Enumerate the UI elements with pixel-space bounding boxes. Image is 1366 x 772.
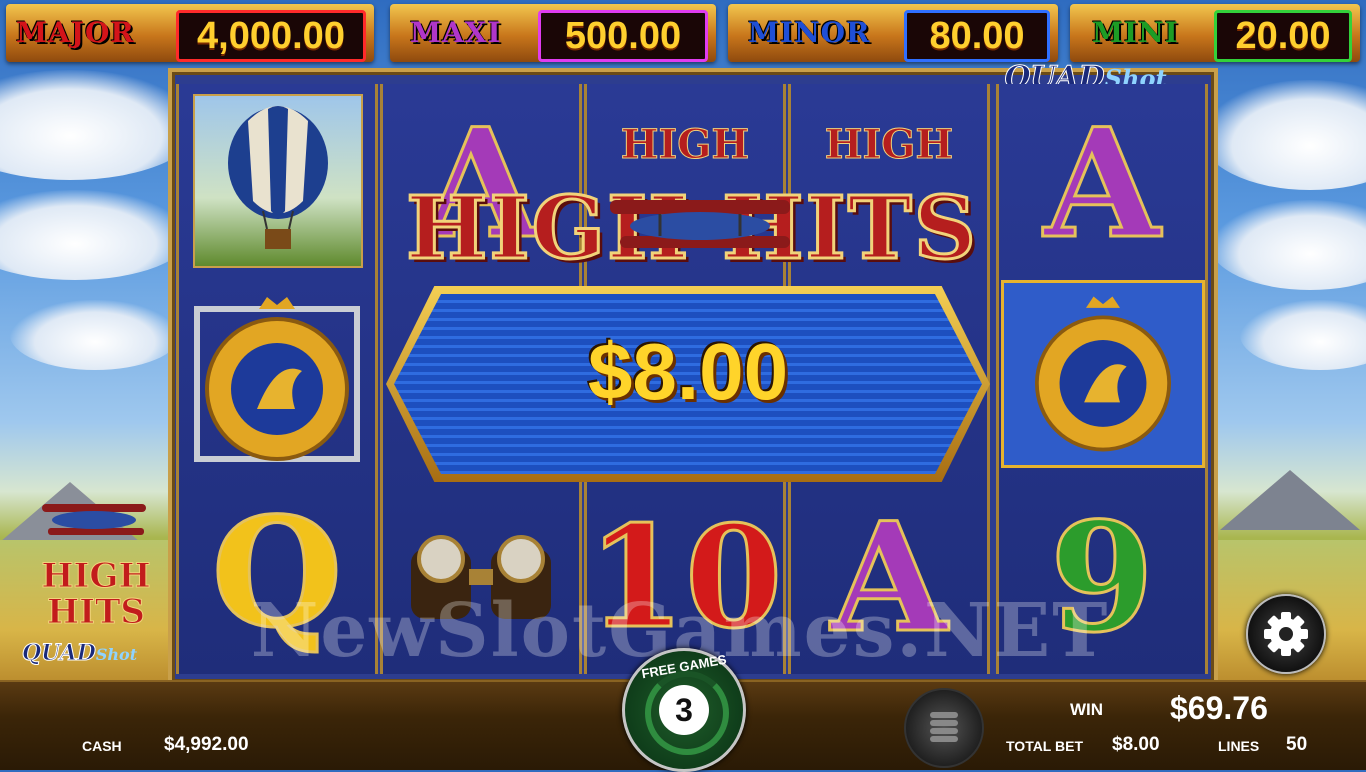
jackpot-mini: MINI 20.00 bbox=[1070, 4, 1360, 62]
logo-high-hits: HIGH HITS bbox=[26, 556, 166, 632]
reel-5: A 9 bbox=[996, 84, 1208, 674]
total-bet-value: $8.00 bbox=[1112, 734, 1160, 755]
eagle-crest-symbol bbox=[1001, 280, 1205, 468]
cloud bbox=[0, 190, 190, 280]
logo-shot-text: Shot bbox=[95, 645, 138, 664]
jackpot-value: 500.00 bbox=[538, 10, 708, 62]
balloon-symbol bbox=[193, 94, 363, 268]
spin-button[interactable] bbox=[904, 688, 984, 768]
gear-icon bbox=[1264, 612, 1308, 656]
eagle-crest-symbol bbox=[179, 284, 375, 474]
cloud bbox=[1200, 80, 1366, 190]
reel-1: Q bbox=[176, 84, 378, 674]
cloud bbox=[1240, 300, 1366, 370]
logo-quad-text: QUAD bbox=[22, 640, 97, 667]
settings-button[interactable] bbox=[1246, 594, 1326, 674]
eagle-crest-icon bbox=[194, 297, 360, 462]
jackpot-value: 20.00 bbox=[1214, 10, 1352, 62]
balloon-icon bbox=[228, 106, 328, 249]
free-games-count: 3 bbox=[659, 685, 709, 735]
win-amount: $8.00 bbox=[587, 327, 789, 416]
cash-value: $4,992.00 bbox=[164, 734, 249, 755]
jackpot-value: 80.00 bbox=[904, 10, 1050, 62]
total-bet-label: TOTAL BET bbox=[1006, 738, 1083, 754]
lines-value: 50 bbox=[1286, 734, 1308, 755]
jackpot-minor: MINOR 80.00 bbox=[728, 4, 1058, 62]
free-games-counter: FREE GAMES 3 bbox=[622, 648, 746, 772]
biplane-icon bbox=[610, 200, 790, 248]
logo-hits-text: HITS bbox=[47, 592, 146, 632]
jackpot-label: MINI bbox=[1092, 16, 1179, 49]
win-label: WIN bbox=[1070, 700, 1104, 719]
quadshot-logo-small: QUADShot bbox=[22, 640, 138, 667]
logo-high-text: HIGH bbox=[41, 556, 151, 596]
a-symbol: A bbox=[999, 94, 1205, 274]
jackpot-label: MINOR bbox=[748, 16, 871, 49]
jackpot-maxi: MAXI 500.00 bbox=[390, 4, 716, 62]
jackpot-label: MAJOR bbox=[16, 16, 135, 49]
cloud bbox=[1210, 200, 1366, 290]
cash-label: CASH bbox=[82, 738, 122, 754]
win-panel: $8.00 bbox=[386, 286, 990, 482]
coin-stack-icon bbox=[930, 712, 958, 744]
jackpot-major: MAJOR 4,000.00 bbox=[6, 4, 374, 62]
jackpot-value: 4,000.00 bbox=[176, 10, 366, 62]
mountain bbox=[1220, 470, 1360, 530]
jackpot-label: MAXI bbox=[410, 16, 502, 49]
a-letter: A bbox=[1042, 96, 1161, 272]
game-logo: HIGH HITS QUADShot bbox=[20, 490, 170, 670]
eagle-crest-icon bbox=[1035, 296, 1171, 452]
cloud bbox=[10, 300, 180, 370]
biplane-icon bbox=[42, 504, 146, 535]
lines-label: LINES bbox=[1218, 738, 1260, 754]
win-value: $69.76 bbox=[1170, 690, 1268, 726]
